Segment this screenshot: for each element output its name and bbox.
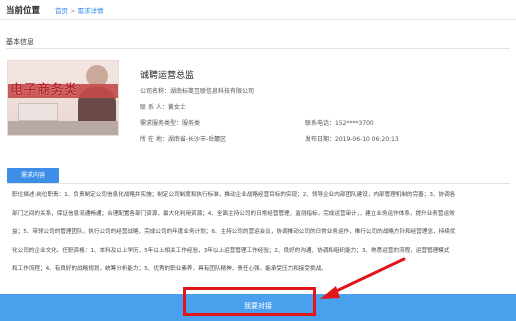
description-line: 和工作流程；4、有良好的战略规划，统筹分析能力；5、优秀的职业素养，具有团队精神… <box>12 266 327 272</box>
breadcrumb: 首页 > 需求详情 <box>55 5 103 15</box>
job-title: 诚聘运营总监 <box>140 71 195 81</box>
service-type: 需求服务类型：服务类 <box>140 120 201 127</box>
breadcrumb-current[interactable]: 需求详情 <box>77 7 103 15</box>
thumbnail-desk <box>8 121 118 135</box>
description-line: 部门之间的关系，保证信息流通畅通；合理配置各部门资源，最大化利用资源；4、全面主… <box>12 210 455 217</box>
job-thumbnail: 电子商务类 <box>7 60 119 136</box>
location-label: 当前位置 <box>6 6 41 16</box>
section-divider <box>6 48 510 49</box>
pointer-arrow-icon <box>320 257 406 299</box>
breadcrumb-separator: > <box>70 7 76 15</box>
description-line: 职位描述:岗位职责：1、负责制定公司信息化战略并实施；制定公司制度和执行标准，推… <box>12 192 456 198</box>
location: 所 在 地：湖南省-长沙市-岳麓区 <box>140 136 227 143</box>
tab-requirement-content[interactable]: 需求内容 <box>7 168 59 183</box>
contact-phone: 联系电话：152****3700 <box>305 120 374 127</box>
thumbnail-text: 电子商务类 <box>10 83 78 98</box>
company-name: 公司名称：湖南标笺互联信息科技有限公司 <box>140 88 255 95</box>
highlight-box <box>183 287 316 316</box>
tab-divider <box>7 183 510 184</box>
contact-person: 联 系 人：黄女士 <box>140 104 186 111</box>
description-line: 益；5、带领公司的管理团队，执行公司的经营战略，完成公司的年度业务计划；6、主持… <box>12 229 456 235</box>
breadcrumb-bar: 当前位置 首页 > 需求详情 <box>0 0 516 20</box>
requirement-description: 职位描述:岗位职责：1、负责制定公司信息化战略并实施；制定公司制度和执行标准，推… <box>12 186 504 279</box>
breadcrumb-home-link[interactable]: 首页 <box>55 7 68 15</box>
publish-date: 发布日期：2019-06-10 06:20:13 <box>305 136 399 143</box>
description-line: 化公司的企业文化。任职资格：1、本科及以上学历，5年以上相关工作经验，3年以上运… <box>12 247 450 254</box>
thumbnail-screen <box>18 103 58 121</box>
section-title: 基本信息 <box>6 38 34 46</box>
